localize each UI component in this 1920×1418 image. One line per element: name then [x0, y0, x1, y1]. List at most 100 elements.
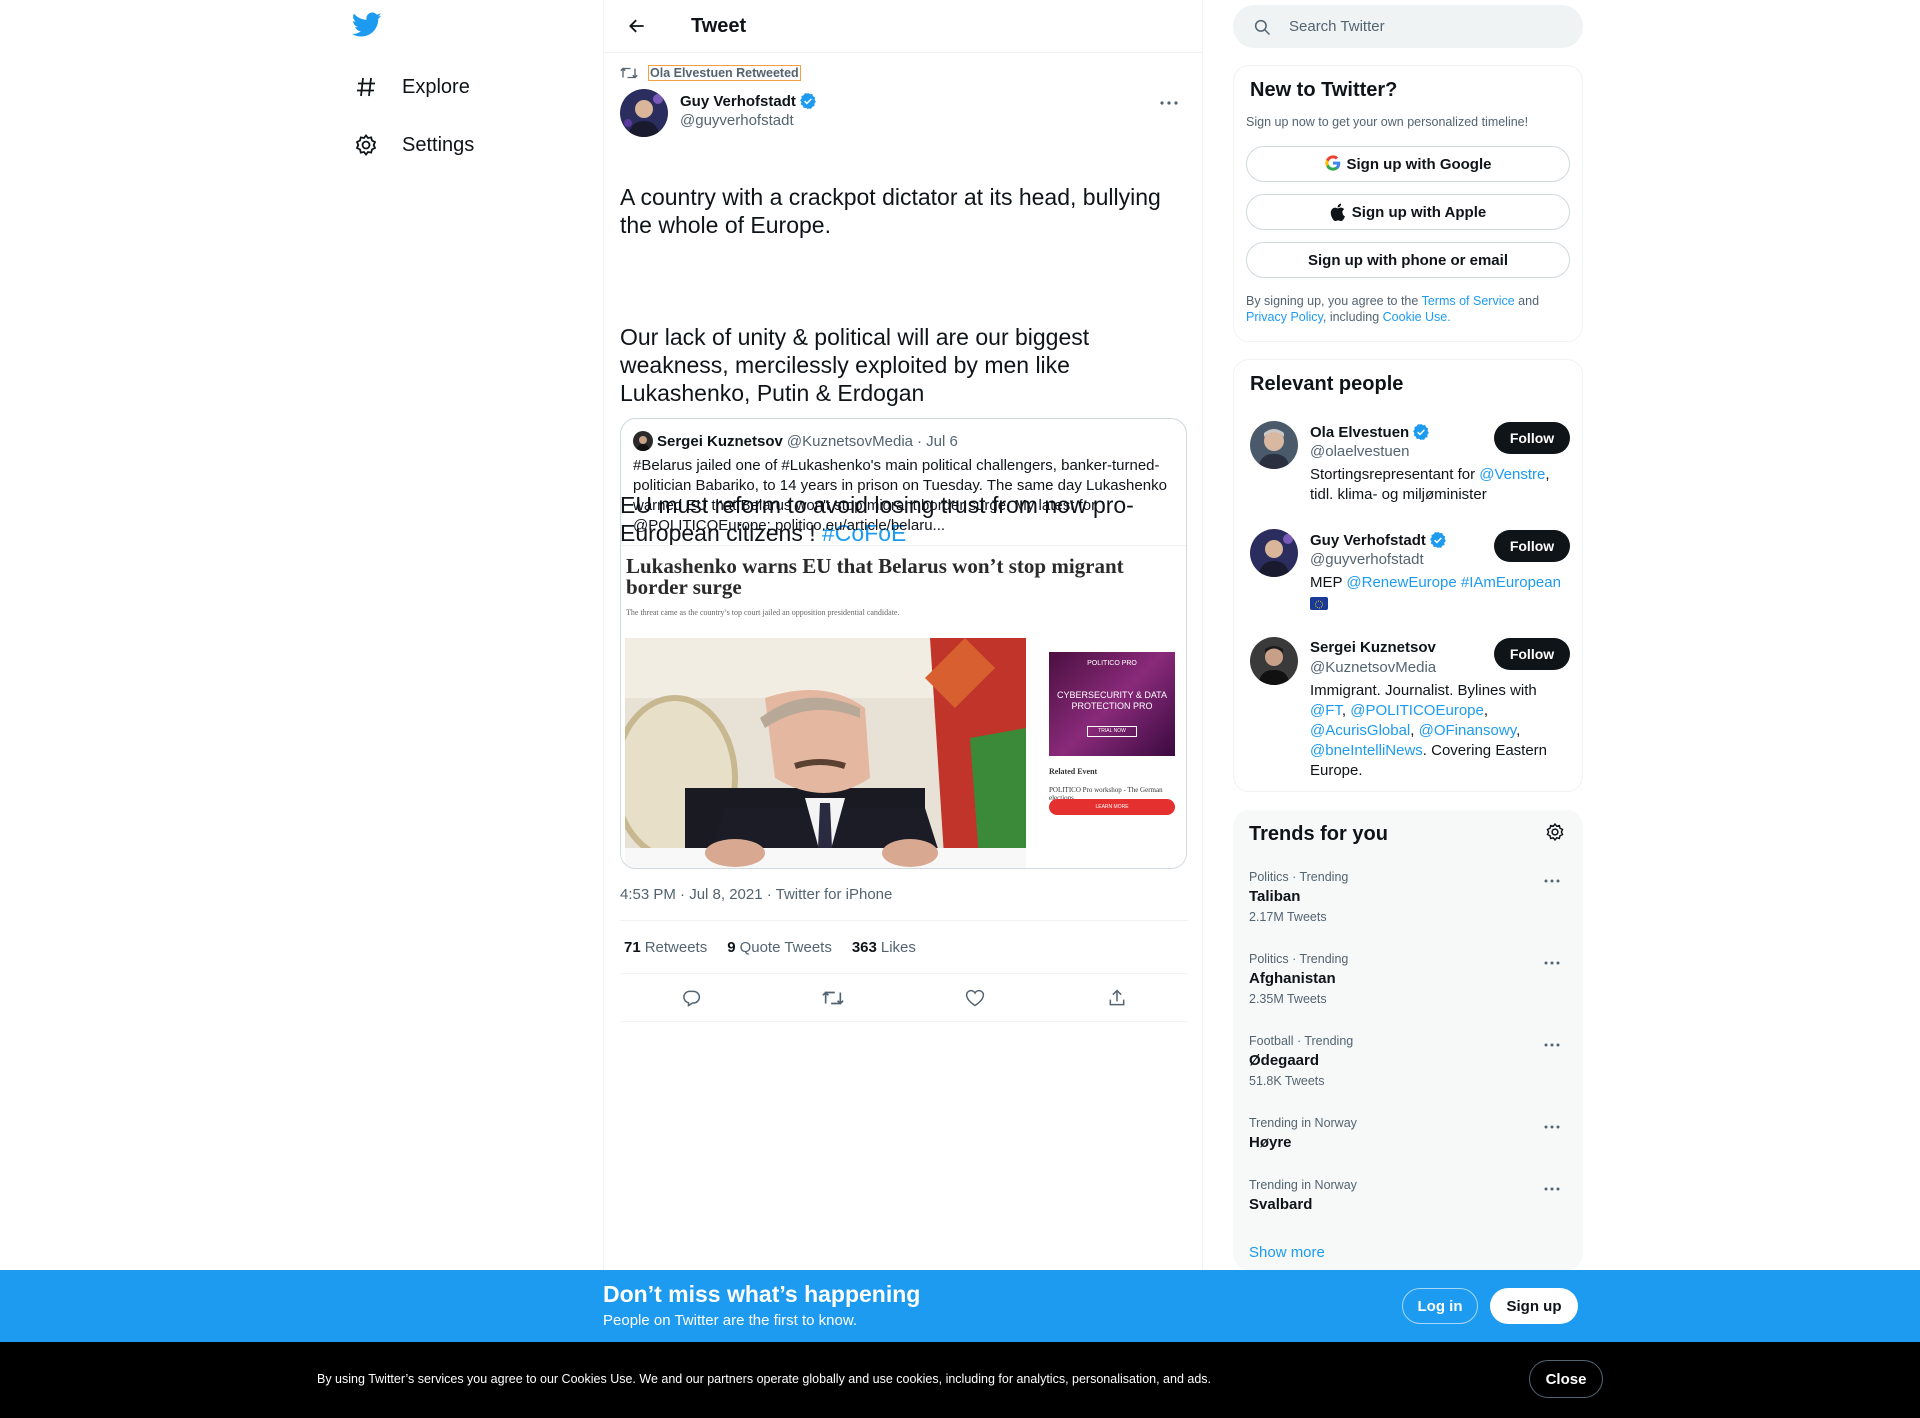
apple-signup-button[interactable]: Sign up with Apple	[1246, 194, 1570, 230]
person-bio: Stortingsrepresentant for @Venstre, tidl…	[1310, 465, 1570, 505]
trend-name: Svalbard	[1249, 1196, 1313, 1213]
signup-banner-title: Don’t miss what’s happening	[603, 1281, 921, 1307]
twitter-logo-icon[interactable]	[351, 12, 384, 42]
cookie-text: By using Twitter’s services you agree to…	[317, 1372, 1212, 1386]
trends-title: Trends for you	[1249, 823, 1388, 845]
cookie-close-button[interactable]: Close	[1529, 1360, 1603, 1398]
retweet-icon	[620, 65, 640, 81]
follow-button[interactable]: Follow	[1494, 422, 1570, 454]
new-to-twitter-subtitle: Sign up now to get your own personalized…	[1246, 115, 1529, 129]
person-handle: @guyverhofstadt	[1310, 551, 1424, 568]
author-handle: @guyverhofstadt	[680, 112, 794, 129]
signup-button[interactable]: Sign up	[1490, 1288, 1578, 1324]
quote-date: · Jul 6	[917, 432, 958, 450]
trend-meta: Politics · Trending	[1249, 870, 1349, 884]
follow-button[interactable]: Follow	[1494, 530, 1570, 562]
nav-explore-label: Explore	[402, 75, 470, 98]
person-name[interactable]: Ola Elvestuen	[1310, 424, 1409, 441]
likes-stat[interactable]: 363 Likes	[852, 939, 916, 956]
new-to-twitter-card: New to Twitter? Sign up now to get your …	[1233, 65, 1583, 342]
trend-item[interactable]: Trending in Norway Høyre	[1249, 1116, 1569, 1151]
back-arrow-icon[interactable]	[620, 9, 654, 43]
trend-meta: Trending in Norway	[1249, 1116, 1357, 1130]
verified-icon	[799, 92, 816, 110]
phone-email-signup-button[interactable]: Sign up with phone or email	[1246, 242, 1570, 278]
bio-link[interactable]: @AcurisGlobal	[1310, 722, 1410, 739]
trend-meta: Football · Trending	[1249, 1034, 1354, 1048]
nav-settings-label: Settings	[402, 133, 475, 156]
bio-link[interactable]: @Venstre	[1479, 466, 1545, 483]
nav-settings[interactable]: Settings	[352, 125, 474, 165]
trend-count: 2.35M Tweets	[1249, 992, 1327, 1006]
person-name[interactable]: Sergei Kuznetsov	[1310, 639, 1436, 656]
follow-button[interactable]: Follow	[1494, 638, 1570, 670]
bio-text: Stortingsrepresentant for	[1310, 466, 1480, 483]
more-icon[interactable]	[1152, 92, 1186, 114]
lukashenko-photo	[625, 638, 1026, 868]
trend-name: Afghanistan	[1249, 970, 1336, 987]
tweet-stats: 71 Retweets 9 Quote Tweets 363 Likes	[620, 920, 1188, 974]
quote-author-handle: @KuznetsovMedia	[786, 432, 913, 450]
quote-avatar	[633, 431, 653, 451]
hashtag-icon	[352, 73, 380, 101]
quote-author-name: Sergei Kuznetsov	[657, 432, 783, 450]
person-name[interactable]: Guy Verhofstadt	[1310, 532, 1426, 549]
privacy-policy-link[interactable]: Privacy Policy	[1246, 310, 1323, 324]
quoted-tweet[interactable]: Sergei Kuznetsov @KuznetsovMedia · Jul 6…	[620, 418, 1187, 869]
retweets-stat[interactable]: 71 Retweets	[624, 939, 707, 956]
terms-of-service-link[interactable]: Terms of Service	[1422, 294, 1515, 308]
bio-hashtag[interactable]: #IAmEuropean	[1461, 574, 1561, 591]
gear-icon[interactable]	[1545, 822, 1567, 844]
search-input[interactable]: Search Twitter	[1233, 5, 1583, 48]
trend-item[interactable]: Politics · Trending Afghanistan 2.35M Tw…	[1249, 952, 1569, 1006]
cookie-use-link[interactable]: Cookie Use.	[1383, 310, 1451, 324]
bio-link[interactable]: @OFinansowy	[1419, 722, 1516, 739]
reply-icon[interactable]	[674, 981, 708, 1015]
avatar[interactable]	[1250, 529, 1298, 577]
cookie-banner: By using Twitter’s services you agree to…	[0, 1342, 1920, 1418]
avatar[interactable]	[620, 89, 668, 137]
show-more-link[interactable]: Show more	[1249, 1244, 1325, 1261]
nav-explore[interactable]: Explore	[352, 67, 470, 107]
like-icon[interactable]	[958, 981, 992, 1015]
article-subline: The threat came as the country’s top cou…	[626, 608, 900, 617]
bio-text: MEP	[1310, 574, 1347, 591]
retweet-icon[interactable]	[816, 981, 850, 1015]
related-title: Related Event	[1049, 767, 1098, 776]
person-handle: @KuznetsovMedia	[1310, 659, 1437, 676]
login-button[interactable]: Log in	[1402, 1288, 1478, 1324]
person-bio: Immigrant. Journalist. Bylines with @FT,…	[1310, 682, 1548, 779]
quotes-stat[interactable]: 9 Quote Tweets	[727, 939, 832, 956]
more-icon[interactable]	[1543, 1180, 1563, 1200]
search-placeholder: Search Twitter	[1289, 18, 1385, 35]
avatar[interactable]	[1250, 637, 1298, 685]
gear-icon	[352, 131, 380, 159]
ad-banner: POLITICO PRO CYBERSECURITY & DATA PROTEC…	[1049, 652, 1175, 756]
google-signup-button[interactable]: Sign up with Google	[1246, 146, 1570, 182]
author-name[interactable]: Guy Verhofstadt	[680, 93, 796, 110]
tweet-timestamp[interactable]: 4:53 PM · Jul 8, 2021 · Twitter for iPho…	[620, 886, 892, 903]
retweeted-by-link[interactable]: Ola Elvestuen Retweeted	[648, 65, 801, 81]
trend-item[interactable]: Politics · Trending Taliban 2.17M Tweets	[1249, 870, 1569, 924]
trend-item[interactable]: Football · Trending Ødegaard 51.8K Tweet…	[1249, 1034, 1569, 1088]
verified-icon	[1413, 423, 1430, 441]
more-icon[interactable]	[1543, 954, 1563, 974]
avatar[interactable]	[1250, 421, 1298, 469]
bio-link[interactable]: @bneIntelliNews	[1310, 742, 1423, 759]
more-icon[interactable]	[1543, 1036, 1563, 1056]
person-handle: @olaelvestuen	[1310, 443, 1410, 460]
google-icon	[1324, 155, 1341, 173]
trend-meta: Politics · Trending	[1249, 952, 1349, 966]
share-icon[interactable]	[1100, 981, 1134, 1015]
bio-link[interactable]: @FT	[1310, 702, 1342, 719]
learn-more-button: LEARN MORE	[1049, 799, 1175, 815]
bio-link[interactable]: @POLITICOEurope	[1350, 702, 1484, 719]
more-icon[interactable]	[1543, 872, 1563, 892]
signup-terms: By signing up, you agree to the Terms of…	[1246, 293, 1572, 325]
tweet-header: Tweet	[604, 0, 1202, 53]
tweet-author: Guy Verhofstadt @guyverhofstadt	[620, 89, 817, 137]
trend-item[interactable]: Trending in Norway Svalbard	[1249, 1178, 1569, 1213]
more-icon[interactable]	[1543, 1118, 1563, 1138]
google-signup-label: Sign up with Google	[1346, 155, 1492, 173]
bio-link[interactable]: @RenewEurope	[1346, 574, 1456, 591]
